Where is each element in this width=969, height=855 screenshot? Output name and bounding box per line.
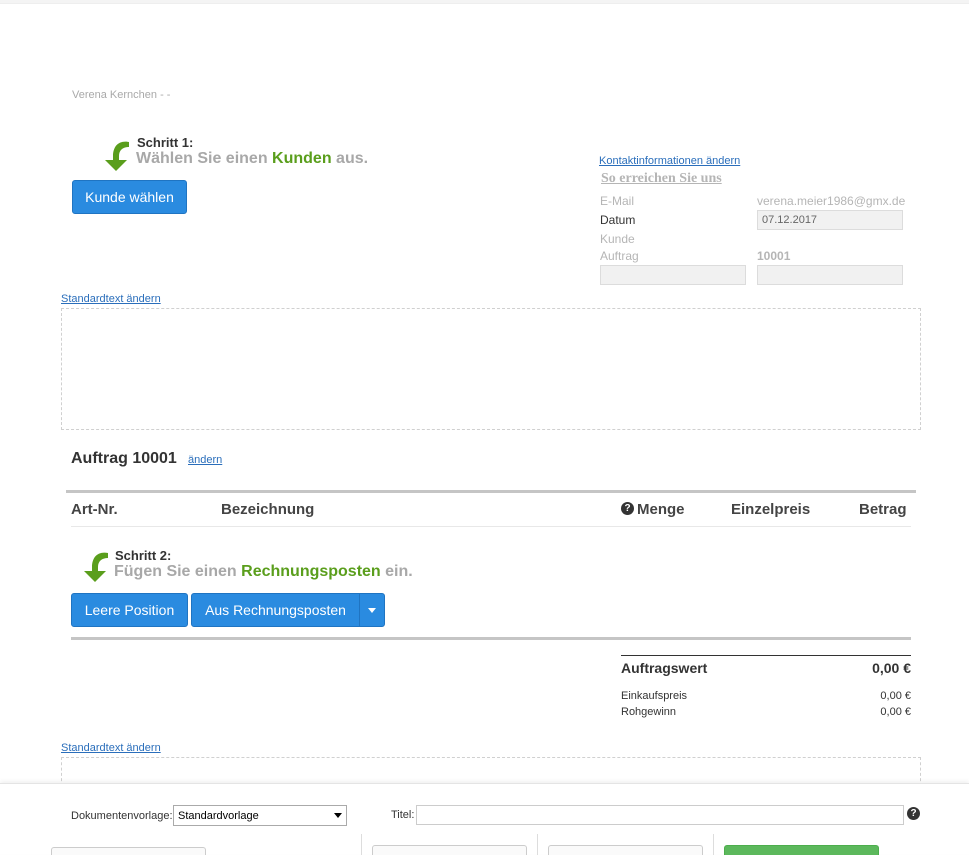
- col-menge: Menge: [637, 501, 685, 518]
- gross-profit-value: 0,00 €: [880, 706, 911, 718]
- date-field[interactable]: 07.12.2017: [757, 210, 903, 230]
- from-invoice-items-button[interactable]: Aus Rechnungsposten: [191, 593, 360, 627]
- date-label: Datum: [600, 213, 636, 227]
- curved-arrow-down-icon: [84, 552, 108, 582]
- curved-arrow-down-icon: [105, 141, 129, 171]
- toolbar-separator: [537, 834, 538, 855]
- empty-position-button[interactable]: Leere Position: [71, 593, 188, 627]
- purchase-price-value: 0,00 €: [880, 690, 911, 702]
- title-input[interactable]: [416, 805, 904, 825]
- purchase-price-label: Einkaufspreis: [621, 690, 688, 702]
- invoice-items-dropdown-toggle[interactable]: [359, 593, 385, 627]
- sender-line: Verena Kernchen - -: [72, 89, 171, 101]
- step2-highlight: Rechnungsposten: [241, 563, 381, 580]
- order-number-value: 10001: [757, 249, 791, 263]
- step2-instruction: Fügen Sie einen Rechnungsposten ein.: [114, 563, 413, 580]
- order-value: 0,00 €: [872, 660, 911, 676]
- table-header-divider: [71, 526, 911, 527]
- edit-header-text-link[interactable]: Standardtext ändern: [61, 293, 161, 305]
- table-header-rule: [66, 490, 916, 493]
- choose-customer-button[interactable]: Kunde wählen: [72, 180, 187, 214]
- step1-title: Schritt 1:: [137, 135, 194, 150]
- order-value-label: Auftragswert: [621, 660, 708, 676]
- template-select[interactable]: Standardvorlage: [173, 805, 347, 826]
- order-label: Auftrag: [600, 249, 639, 263]
- edit-order-title-link[interactable]: ändern: [188, 454, 222, 466]
- help-icon[interactable]: ?: [621, 502, 634, 515]
- step1-instruction: Wählen Sie einen Kunden aus.: [136, 150, 369, 167]
- chevron-down-icon: [334, 813, 342, 818]
- contact-heading: So erreichen Sie uns: [601, 171, 722, 186]
- caret-down-icon: [368, 607, 376, 613]
- col-art-nr: Art-Nr.: [71, 501, 118, 518]
- gross-profit-label: Rohgewinn: [621, 706, 677, 718]
- email-label: E-Mail: [600, 194, 635, 208]
- col-betrag: Betrag: [859, 501, 907, 518]
- totals-rule: [621, 655, 911, 656]
- col-bezeichnung: Bezeichnung: [221, 501, 315, 518]
- template-select-value: Standardvorlage: [178, 809, 259, 822]
- customer-label: Kunde: [600, 232, 635, 246]
- order-field[interactable]: [757, 265, 903, 285]
- template-label: Dokumentenvorlage:: [71, 810, 173, 822]
- edit-footer-text-link[interactable]: Standardtext ändern: [61, 742, 161, 754]
- title-label: Titel:: [391, 809, 415, 821]
- title-help-icon[interactable]: ?: [907, 807, 920, 820]
- bottom-toolbar: Dokumentenvorlage: Standardvorlage Titel…: [0, 783, 969, 855]
- edit-contact-info-link[interactable]: Kontaktinformationen ändern: [599, 155, 740, 167]
- order-title: Auftrag 10001: [71, 450, 177, 467]
- toolbar-separator: [361, 834, 362, 855]
- positions-bottom-rule: [71, 637, 911, 640]
- header-text-area[interactable]: [61, 308, 921, 430]
- top-bar: [0, 0, 969, 4]
- col-einzelpreis: Einzelpreis: [731, 501, 811, 518]
- step2-title: Schritt 2:: [115, 548, 172, 563]
- customer-field[interactable]: [600, 265, 746, 285]
- step1-highlight: Kunden: [272, 150, 332, 167]
- email-value: verena.meier1986@gmx.de: [757, 194, 906, 208]
- toolbar-separator: [713, 834, 714, 855]
